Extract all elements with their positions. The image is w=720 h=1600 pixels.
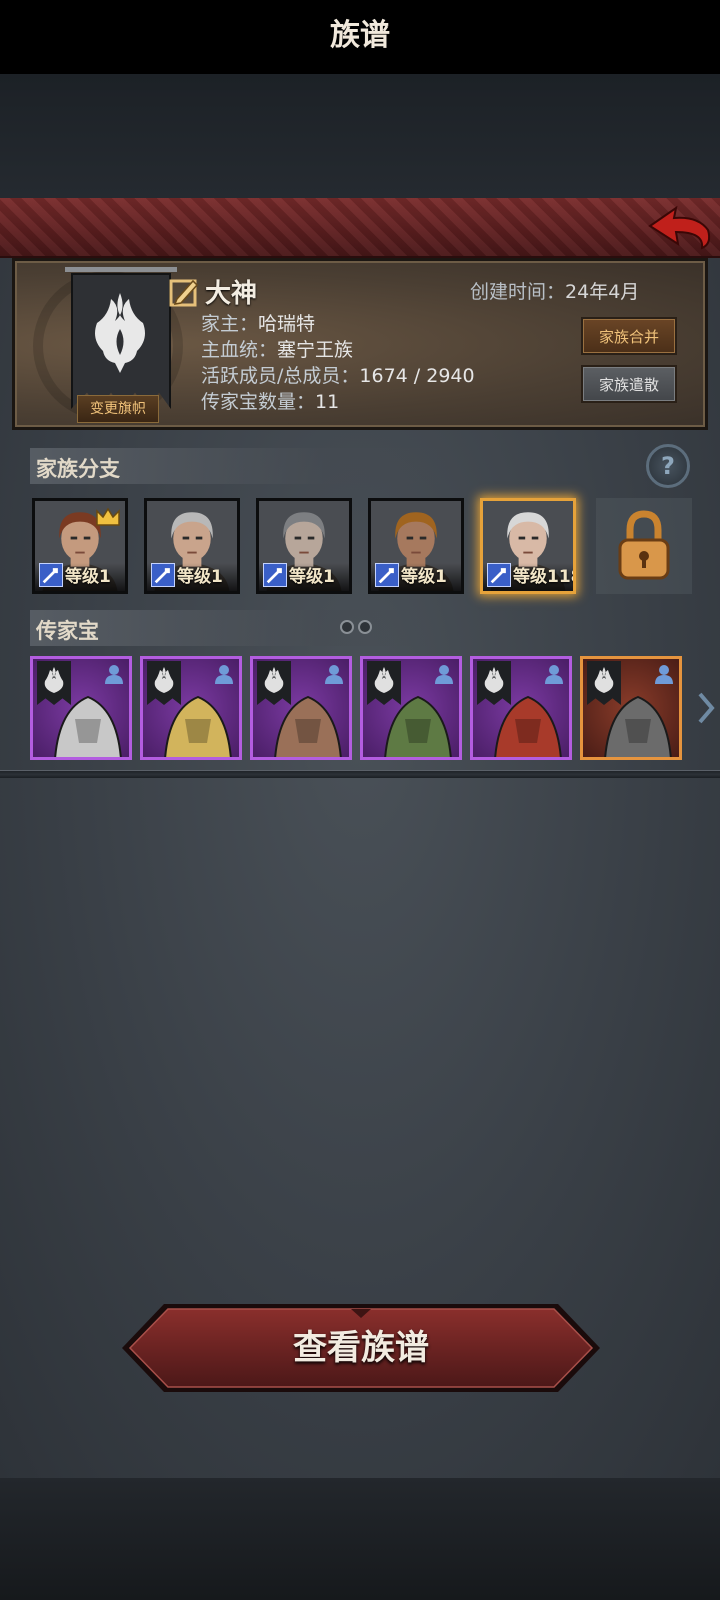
back-button[interactable] — [646, 204, 714, 252]
flame-emblem-icon — [484, 667, 504, 693]
heirloom-card[interactable] — [250, 656, 352, 760]
sword-icon — [263, 563, 287, 587]
heirloom-card[interactable] — [30, 656, 132, 760]
heirloom-card[interactable] — [360, 656, 462, 760]
heirloom-card[interactable] — [140, 656, 242, 760]
person-icon — [105, 665, 123, 684]
family-name: 大神 — [205, 279, 258, 309]
family-name-row: 大神 — [169, 273, 257, 310]
padlock-icon — [618, 510, 670, 580]
help-button[interactable]: ? — [646, 444, 690, 488]
leader-row: 家主：哈瑞特 — [201, 309, 315, 336]
view-genealogy-label: 查看族谱 — [293, 1328, 429, 1368]
members-value: 1674 / 2940 — [359, 365, 475, 387]
branch-card[interactable]: 等级1 — [32, 498, 128, 594]
branch-level: 等级1 — [65, 567, 111, 587]
section-divider — [0, 770, 720, 778]
flame-emblem-icon — [154, 667, 174, 693]
flame-emblem-icon — [374, 667, 394, 693]
branch-card[interactable]: 等级1 — [144, 498, 240, 594]
family-disband-button[interactable]: 家族遣散 — [581, 365, 677, 403]
pager-dot-2[interactable] — [358, 620, 372, 634]
branch-card[interactable]: 等级1 — [368, 498, 464, 594]
members-row: 活跃成员/总成员：1674 / 2940 — [201, 361, 475, 388]
banner-pole — [65, 267, 177, 272]
flame-emblem-icon — [44, 667, 64, 693]
flame-emblem-icon — [594, 667, 614, 693]
scroll-right-icon[interactable] — [696, 690, 716, 726]
top-backdrop — [0, 74, 720, 198]
bloodline-value: 塞宁王族 — [277, 339, 354, 361]
members-label: 活跃成员/总成员： — [201, 365, 360, 387]
person-icon — [215, 665, 233, 684]
branch-card[interactable]: 等级118 — [480, 498, 576, 594]
bloodline-label: 主血统： — [201, 339, 278, 361]
sword-icon — [151, 563, 175, 587]
leader-value: 哈瑞特 — [258, 313, 316, 335]
created-value: 24年4月 — [565, 281, 640, 303]
flame-emblem-icon — [95, 293, 145, 373]
branch-level: 等级118 — [513, 567, 576, 587]
sword-icon — [375, 563, 399, 587]
family-merge-button[interactable]: 家族合并 — [581, 317, 677, 355]
heirloom-section-header: 传家宝 — [30, 610, 450, 646]
person-icon — [325, 665, 343, 684]
edit-name-icon[interactable] — [169, 277, 199, 307]
sword-icon — [39, 563, 63, 587]
person-icon — [655, 665, 673, 684]
branch-level: 等级1 — [401, 567, 447, 587]
created-label: 创建时间： — [470, 281, 566, 303]
heirloom-section-title: 传家宝 — [36, 619, 99, 643]
person-icon — [435, 665, 453, 684]
heirloom-count-row: 传家宝数量：11 — [201, 387, 339, 414]
branch-section-header: 家族分支 — [30, 448, 450, 484]
locked-branch-slot[interactable] — [596, 498, 692, 594]
branch-card[interactable]: 等级1 — [256, 498, 352, 594]
flame-emblem-icon — [264, 667, 284, 693]
crown-icon — [96, 507, 120, 526]
leader-label: 家主： — [201, 313, 259, 335]
heirloom-card[interactable] — [470, 656, 572, 760]
branch-level: 等级1 — [177, 567, 223, 587]
bottom-backdrop — [0, 1478, 720, 1600]
family-info-panel: 变更旗帜 大神 创建时间：24年4月 家主：哈瑞特 主血统：塞宁王族 活跃成员/… — [12, 258, 708, 430]
view-genealogy-button[interactable]: 查看族谱 — [120, 1302, 602, 1394]
heirloom-count-value: 11 — [315, 391, 340, 413]
created-time: 创建时间：24年4月 — [470, 277, 639, 304]
heirloom-card[interactable] — [580, 656, 682, 760]
back-arrow-icon — [648, 205, 711, 250]
branch-section-title: 家族分支 — [36, 457, 120, 481]
person-icon — [545, 665, 563, 684]
page-title: 族谱 — [330, 18, 390, 53]
question-icon: ? — [661, 452, 675, 480]
bloodline-row: 主血统：塞宁王族 — [201, 335, 353, 362]
branch-level: 等级1 — [289, 567, 335, 587]
change-flag-button[interactable]: 变更旗帜 — [77, 395, 159, 423]
title-bar — [0, 198, 720, 258]
heirloom-count-label: 传家宝数量： — [201, 391, 316, 413]
sword-icon — [487, 563, 511, 587]
pager-dot-1[interactable] — [340, 620, 354, 634]
